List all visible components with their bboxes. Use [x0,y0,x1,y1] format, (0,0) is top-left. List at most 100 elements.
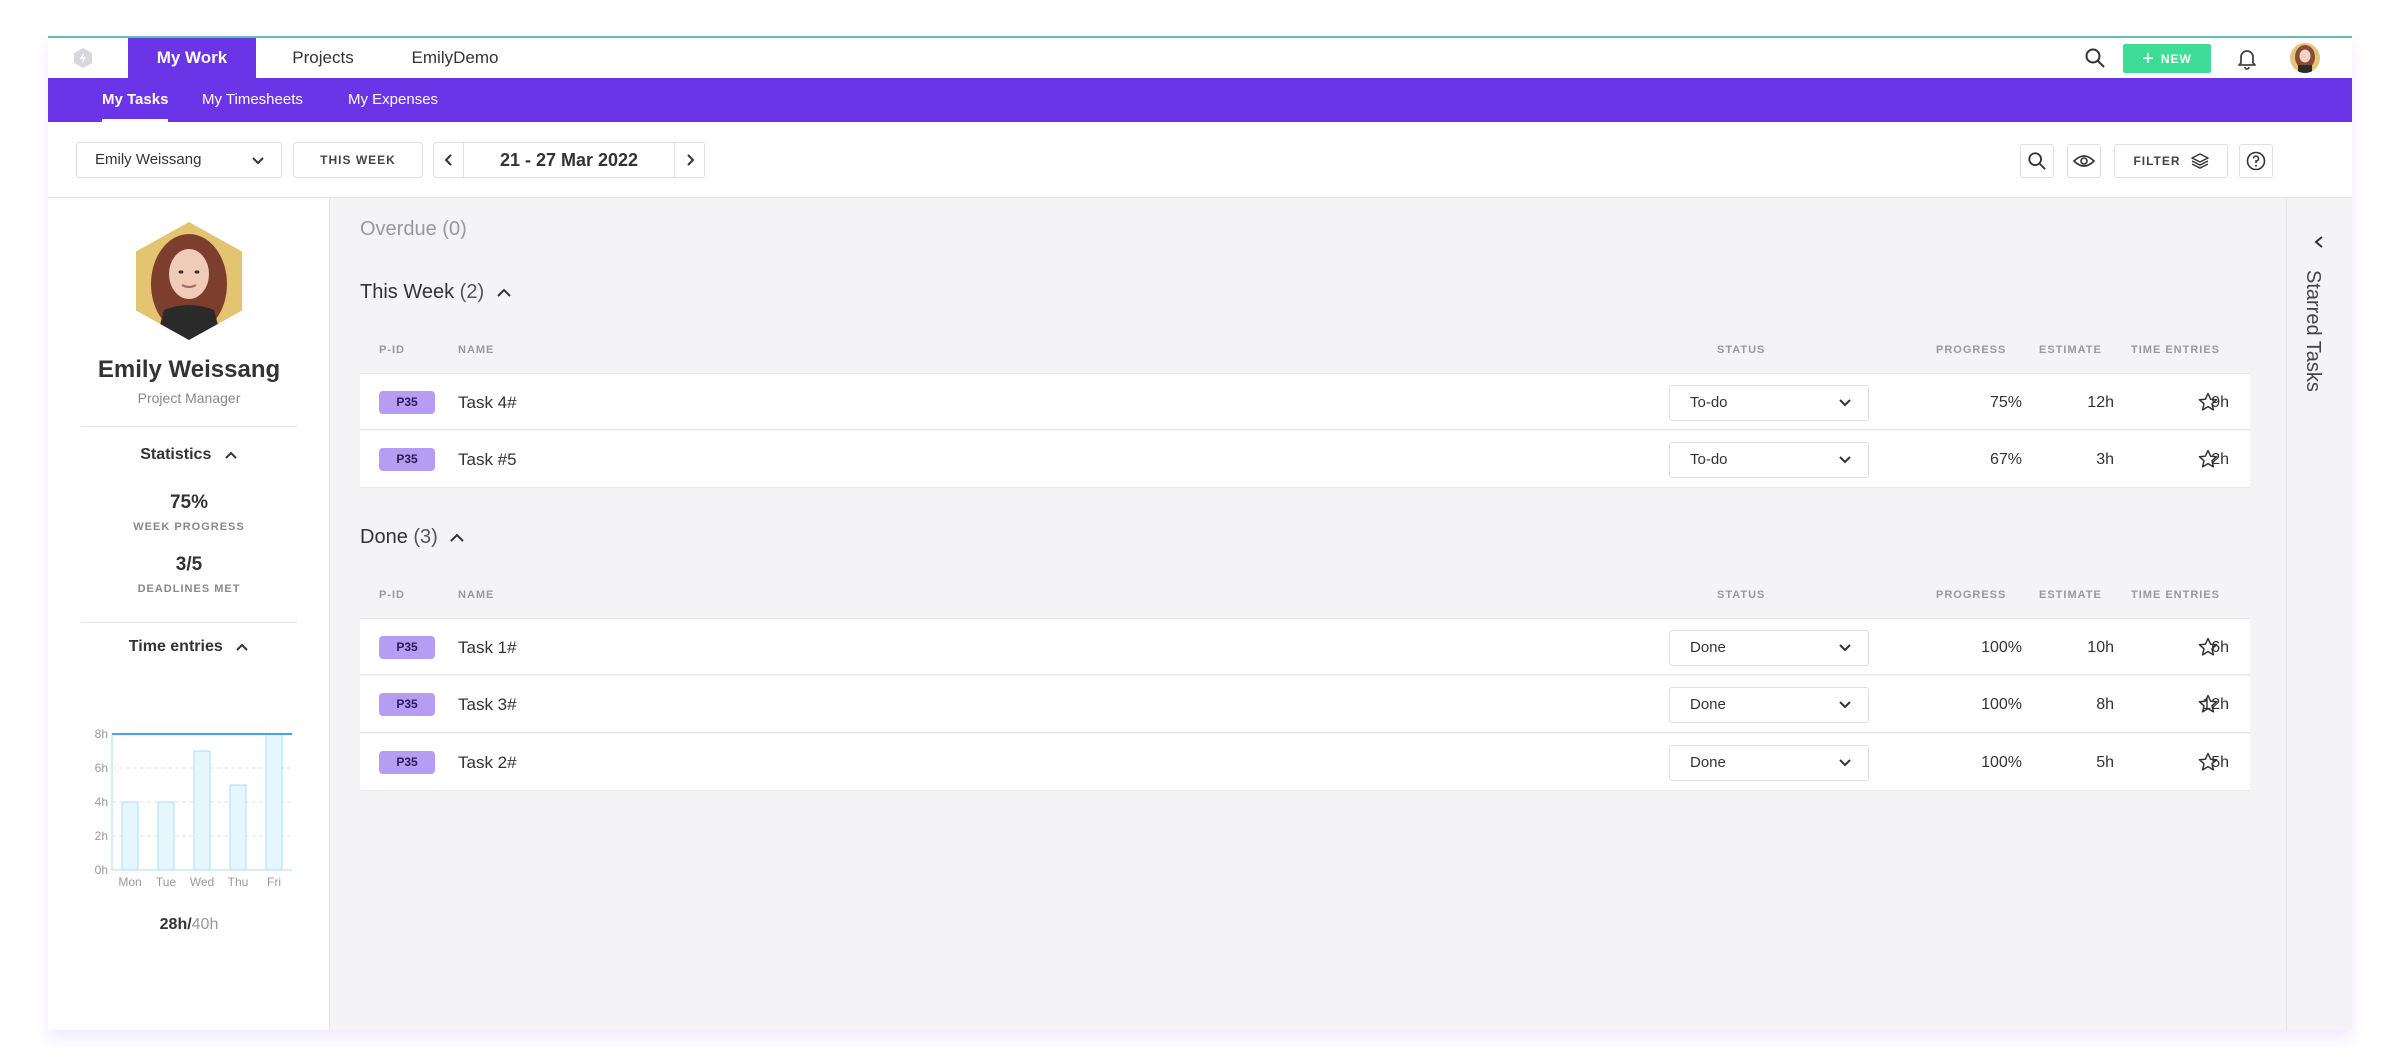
filter-button[interactable]: FILTER [2114,144,2228,178]
estimate-value: 10h [2087,639,2114,656]
new-button[interactable]: + NEW [2123,44,2211,73]
group-done-count: (3) [413,526,438,548]
project-id-badge[interactable]: P35 [379,448,435,471]
task-name[interactable]: Task #5 [458,431,517,488]
task-name[interactable]: Task 1# [458,619,517,676]
user-select[interactable]: Emily Weissang [76,142,282,178]
group-this-week-header[interactable]: This Week (2) [360,281,512,304]
app-logo-icon[interactable] [72,47,94,69]
layers-icon [2190,153,2209,169]
progress-value: 100% [1981,639,2022,656]
chevron-left-icon[interactable] [2311,234,2327,250]
statistics-header[interactable]: Statistics [48,446,330,464]
time-capacity: 40h [191,916,219,933]
progress-value: 67% [1989,451,2022,468]
time-total: 28h/40h [48,916,330,934]
status-select[interactable]: To-do [1669,385,1869,421]
this-week-button[interactable]: THIS WEEK [293,142,423,178]
chart-y-tick: 6h [95,761,108,775]
filter-label: FILTER [2133,154,2181,168]
col-progress: PROGRESS [1936,344,2007,356]
col-status: STATUS [1717,344,1766,356]
col-progress: PROGRESS [1936,589,2007,601]
sub-nav-bar: My Tasks My Timesheets My Expenses [48,78,2352,122]
star-icon[interactable] [2198,637,2218,657]
divider [81,426,297,427]
search-tasks-button[interactable] [2020,144,2054,178]
starred-tasks-panel[interactable]: Starred Tasks [2286,198,2352,1030]
col-estimate: ESTIMATE [2039,344,2102,356]
top-nav-bar: My Work Projects EmilyDemo + NEW [48,38,2352,78]
app-window: My Work Projects EmilyDemo + NEW My Task… [48,36,2352,1030]
chart-x-tick: Fri [267,875,281,889]
prev-week-button[interactable] [434,143,464,177]
group-done-title: Done [360,526,408,548]
project-id-badge[interactable]: P35 [379,693,435,716]
chevron-down-icon [1839,456,1851,464]
project-id-badge[interactable]: P35 [379,636,435,659]
chevron-up-icon [496,288,511,297]
divider [81,622,297,623]
tab-my-work[interactable]: My Work [128,38,256,78]
col-pid: P-ID [379,344,405,356]
col-estimate: ESTIMATE [2039,589,2102,601]
status-select[interactable]: To-do [1669,442,1869,478]
profile-name: Emily Weissang [97,356,281,383]
star-icon[interactable] [2198,694,2218,714]
search-icon[interactable] [2084,47,2106,69]
star-icon[interactable] [2198,449,2218,469]
task-name[interactable]: Task 3# [458,676,517,733]
group-this-week-title: This Week [360,281,455,303]
project-id-badge[interactable]: P35 [379,391,435,414]
chart-y-tick: 2h [95,829,108,843]
progress-value: 100% [1981,754,2022,771]
next-week-button[interactable] [674,143,704,177]
week-progress-label: WEEK PROGRESS [133,521,245,533]
group-done-header[interactable]: Done (3) [360,526,465,549]
help-button[interactable] [2239,144,2273,178]
bell-icon[interactable] [2235,46,2259,70]
chevron-right-icon [686,154,694,166]
col-time-entries: TIME ENTRIES [2131,344,2221,356]
tab-projects[interactable]: Projects [256,38,390,78]
star-icon[interactable] [2198,752,2218,772]
status-value: To-do [1690,451,1728,468]
chart-bar [193,750,211,871]
table-row[interactable]: P35 Task #5 To-do 67% 3h 2h [360,431,2250,488]
status-select[interactable]: Done [1669,745,1869,781]
time-entries-header[interactable]: Time entries [48,638,330,656]
chevron-down-icon [252,157,264,165]
profile-role: Project Manager [137,390,241,406]
date-navigator: 21 - 27 Mar 2022 [433,142,705,178]
table-row[interactable]: P35 Task 4# To-do 75% 12h 9h [360,373,2250,430]
chart-y-tick: 0h [95,863,108,877]
task-name[interactable]: Task 4# [458,374,517,431]
group-overdue-header[interactable]: Overdue (0) [360,218,467,241]
chevron-up-icon [225,451,237,459]
starred-tasks-label: Starred Tasks [2302,270,2324,392]
table-row[interactable]: P35 Task 1# Done 100% 10h 6h [360,618,2250,675]
status-select[interactable]: Done [1669,687,1869,723]
subtab-my-tasks[interactable]: My Tasks [102,78,169,122]
chart-x-tick: Wed [190,875,214,889]
task-name[interactable]: Task 2# [458,734,517,791]
table-row[interactable]: P35 Task 2# Done 100% 5h 5h [360,734,2250,791]
profile-photo [136,222,242,340]
view-options-button[interactable] [2067,144,2101,178]
new-button-label: NEW [2160,51,2192,66]
time-entries-title: Time entries [128,638,223,655]
deadlines-met-value: 3/5 [175,554,203,575]
statistics-title: Statistics [140,446,212,463]
plus-icon: + [2142,47,2155,70]
subtab-my-expenses[interactable]: My Expenses [348,78,438,122]
project-id-badge[interactable]: P35 [379,751,435,774]
table-row[interactable]: P35 Task 3# Done 100% 8h 12h [360,676,2250,733]
user-avatar[interactable] [2290,43,2320,73]
status-select[interactable]: Done [1669,630,1869,666]
tab-emilydemo[interactable]: EmilyDemo [390,38,520,78]
subtab-my-timesheets[interactable]: My Timesheets [202,78,303,122]
star-icon[interactable] [2198,392,2218,412]
group-overdue-count: (0) [442,218,467,240]
estimate-value: 8h [2096,696,2114,713]
estimate-value: 3h [2096,451,2114,468]
